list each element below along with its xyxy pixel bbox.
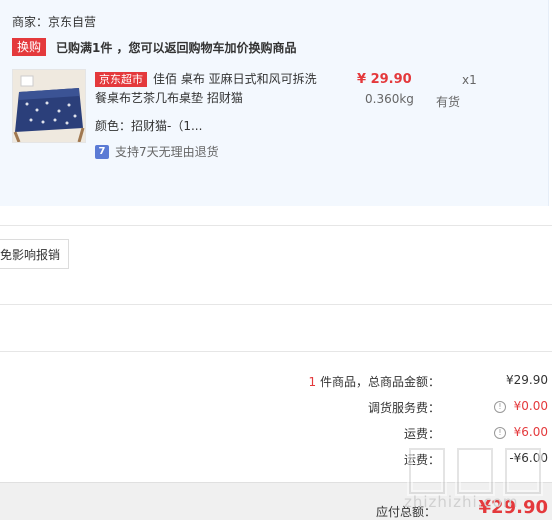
promo-row: 换购 已购满1件 ，您可以返回购物车加价换购商品 — [12, 38, 297, 56]
store-tag: 京东超市 — [95, 72, 147, 87]
watermark-text: zhizhizhi.com — [404, 493, 519, 511]
divider — [0, 225, 552, 226]
product-title-block[interactable]: 京东超市 佳佰 桌布 亚麻日式和风可拆洗餐桌布艺茶几布桌垫 招财猫 — [95, 70, 325, 108]
tablecloth-image — [13, 70, 85, 142]
summary-service-row: 调货服务费： ! ¥0.00 — [0, 399, 552, 415]
order-item-panel: 商家：京东自营 换购 已购满1件 ，您可以返回购物车加价换购商品 京东超市 佳佰 … — [0, 0, 549, 206]
return-policy-text: 支持7天无理由退货 — [115, 145, 219, 159]
info-circle-icon[interactable]: ! — [494, 401, 506, 413]
product-color: 颜色：招财猫-（1... — [95, 119, 203, 133]
service-fee-label: 调货服务费： — [367, 401, 440, 415]
promo-tag: 换购 — [12, 38, 47, 56]
product-quantity: x1 — [462, 73, 477, 87]
stock-status: 有货 — [436, 95, 461, 109]
item-total-label: 1 件商品，总商品金额： — [308, 375, 440, 389]
item-total-value: ¥29.90 — [506, 373, 548, 387]
promo-text: 已购满1件 ，您可以返回购物车加价换购商品 — [56, 40, 297, 55]
divider — [0, 304, 552, 305]
product-price: ¥ 29.90 — [357, 72, 412, 87]
product-weight: 0.360kg — [365, 92, 414, 106]
return-policy-row: 7 支持7天无理由退货 — [95, 143, 219, 160]
service-fee-value: ¥0.00 — [513, 399, 548, 413]
merchant-label: 商家：京东自营 — [12, 15, 97, 29]
summary-item-total-row: 1 件商品，总商品金额： ¥29.90 — [0, 373, 552, 389]
seven-day-return-icon: 7 — [95, 144, 109, 159]
divider — [0, 351, 552, 352]
product-thumbnail[interactable] — [12, 69, 86, 143]
invoice-option-button[interactable]: 免影响报销 — [0, 239, 69, 269]
